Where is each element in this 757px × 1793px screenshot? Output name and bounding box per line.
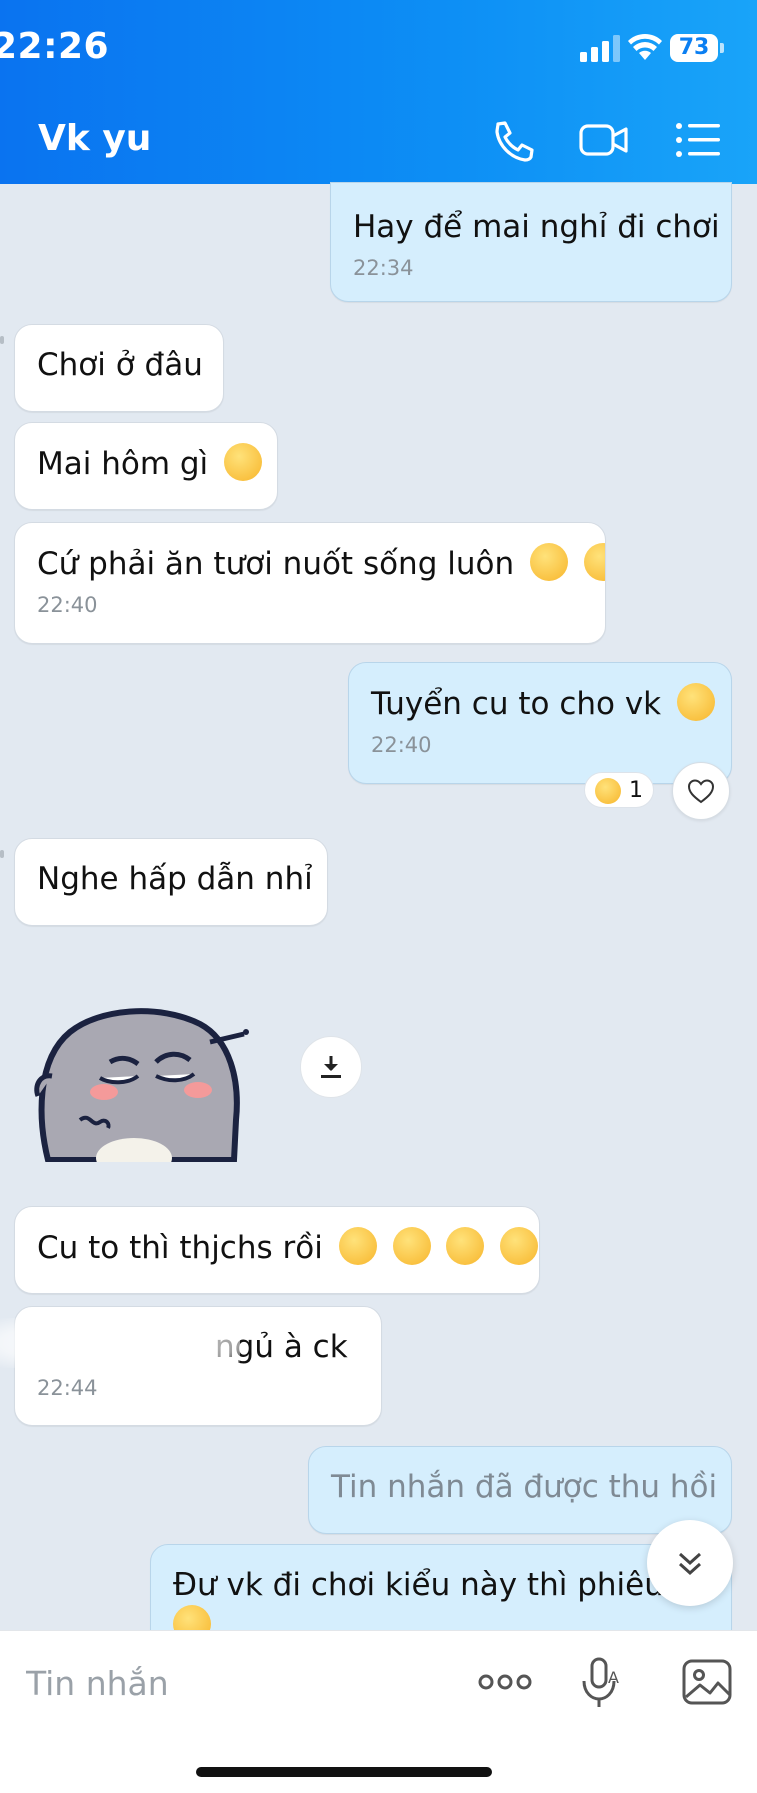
- message-text: Cu to thì thjchs rồi: [37, 1230, 323, 1266]
- reaction-badge[interactable]: 1: [584, 772, 654, 808]
- message-time: 22:40: [371, 733, 432, 757]
- download-sticker-button[interactable]: [300, 1036, 362, 1098]
- message-time: 22:40: [37, 593, 98, 617]
- menu-list-icon[interactable]: [672, 118, 724, 162]
- incoming-message[interactable]: Chơi ở đâu: [14, 324, 224, 412]
- recalled-message[interactable]: Tin nhắn đã được thu hồi: [308, 1446, 732, 1534]
- voice-to-text-icon[interactable]: A: [572, 1653, 630, 1711]
- message-text: Cứ phải ăn tươi nuốt sống luôn: [37, 546, 515, 582]
- reaction-count: 1: [629, 778, 643, 803]
- heart-icon: [687, 779, 715, 804]
- laughing-tears-emoji: [500, 1227, 539, 1265]
- phone-icon[interactable]: [486, 118, 538, 162]
- cellular-signal-icon: [580, 35, 620, 62]
- laughing-tears-emoji: [392, 1227, 431, 1265]
- chat-title[interactable]: Vk yu: [38, 118, 151, 159]
- laughing-tears-emoji: [583, 543, 605, 581]
- battery-indicator: 73: [670, 34, 724, 62]
- react-heart-button[interactable]: [672, 762, 730, 820]
- incoming-message[interactable]: Cu to thì thjchs rồi: [14, 1206, 540, 1294]
- message-text: Chơi ở đâu: [37, 347, 203, 383]
- more-options-icon[interactable]: [476, 1653, 534, 1711]
- incoming-message[interactable]: Cứ phải ăn tươi nuốt sống luôn 22:40: [14, 522, 606, 644]
- laughing-tears-emoji: [446, 1227, 485, 1265]
- incoming-message[interactable]: Nghe hấp dẫn nhỉ: [14, 838, 328, 926]
- svg-text:A: A: [608, 1668, 619, 1687]
- image-gallery-icon[interactable]: [678, 1653, 736, 1711]
- outgoing-message[interactable]: Hay để mai nghỉ đi chơi 22:34: [330, 182, 732, 302]
- pacman-face-emoji: [224, 443, 263, 481]
- message-input[interactable]: [24, 1655, 448, 1711]
- message-text: Tuyển cu to cho vk: [371, 686, 662, 722]
- thinking-face-emoji: [338, 1227, 377, 1265]
- sender-marker: [0, 850, 4, 858]
- message-input-bar: A: [0, 1630, 757, 1793]
- message-time: 22:34: [353, 256, 414, 280]
- gray-blob-sticker[interactable]: [30, 1000, 250, 1162]
- message-text: Hay để mai nghỉ đi chơi: [353, 209, 720, 245]
- message-text: Tin nhắn đã được thu hồi: [331, 1469, 718, 1505]
- status-time: 22:26: [0, 26, 110, 67]
- double-chevron-down-icon: [678, 1552, 702, 1576]
- download-icon: [321, 1056, 341, 1078]
- wifi-icon: [628, 33, 662, 60]
- laughing-face-emoji: [677, 683, 715, 721]
- thinking-face-emoji: [529, 543, 568, 581]
- message-text: Mai hôm gì: [37, 446, 209, 482]
- outgoing-message[interactable]: Tuyển cu to cho vk 22:40: [348, 662, 732, 784]
- chat-header: 22:26 73 Vk yu: [0, 0, 757, 184]
- surprised-face-emoji: [595, 778, 621, 804]
- video-call-icon[interactable]: [578, 118, 630, 162]
- message-text: Nghe hấp dẫn nhỉ: [37, 861, 313, 897]
- sender-marker: [0, 336, 4, 344]
- message-time: 22:44: [37, 1376, 98, 1400]
- incoming-message[interactable]: Mai hôm gì: [14, 422, 278, 510]
- scroll-to-bottom-button[interactable]: [647, 1520, 733, 1606]
- redaction-smudge: [0, 1318, 240, 1368]
- message-text: Đư vk đi chơi kiểu này thì phiêu n: [173, 1567, 694, 1603]
- home-indicator: [196, 1767, 492, 1777]
